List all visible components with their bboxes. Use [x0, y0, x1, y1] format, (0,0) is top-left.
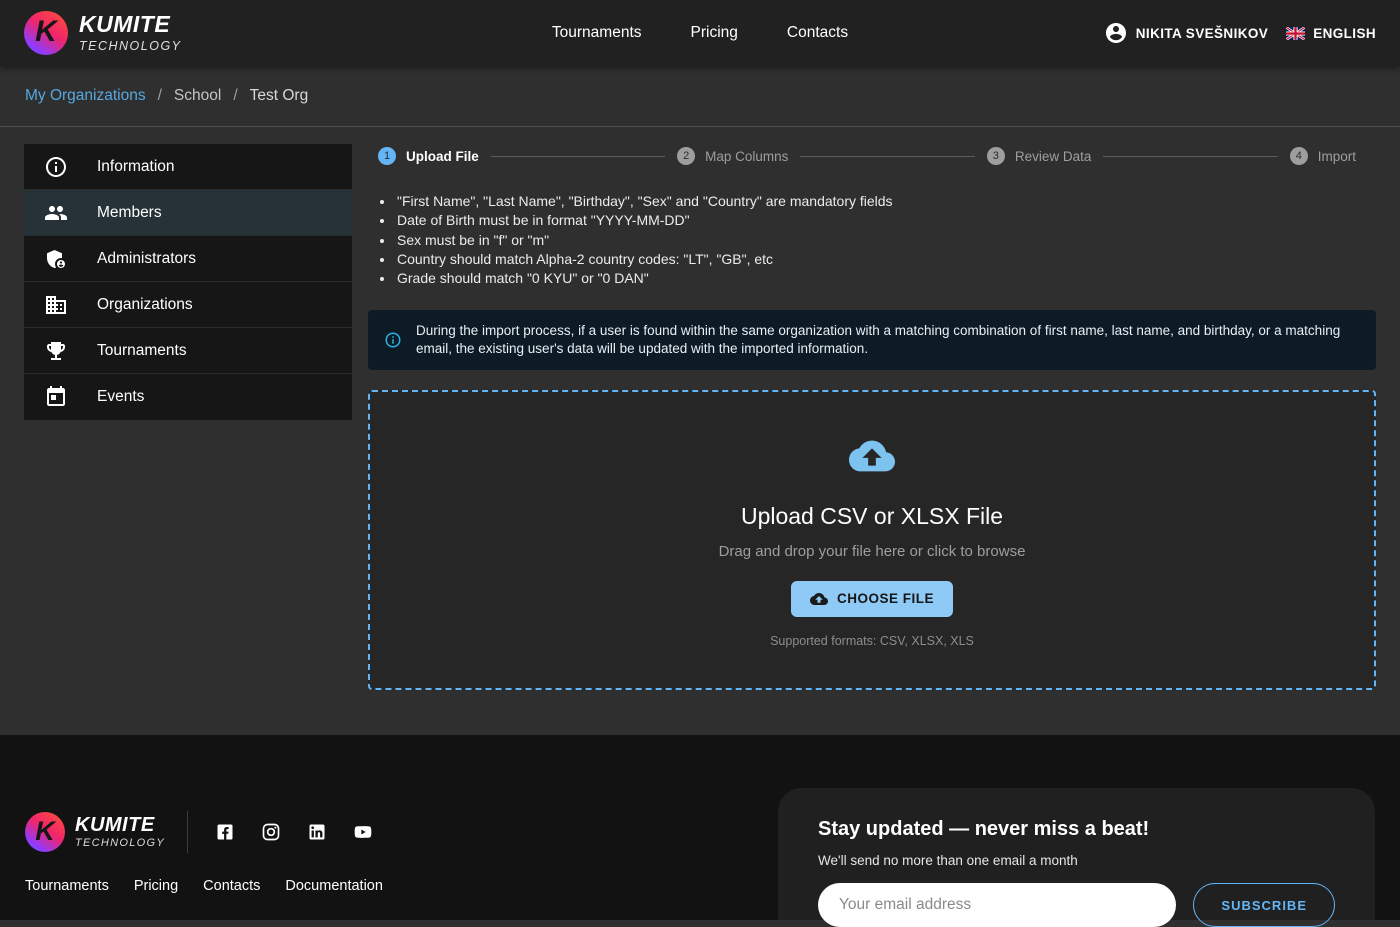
- sidebar-item-label: Events: [97, 388, 144, 406]
- step-connector: [1103, 156, 1277, 157]
- sidebar-item-administrators[interactable]: Administrators: [24, 236, 352, 282]
- sidebar-item-label: Administrators: [97, 250, 196, 268]
- linkedin-icon[interactable]: [307, 822, 327, 842]
- sidebar-item-tournaments[interactable]: Tournaments: [24, 328, 352, 374]
- org-sidebar: Information Members Administrators Organ…: [24, 144, 352, 420]
- breadcrumb-separator: /: [158, 87, 162, 105]
- footer-link-tournaments[interactable]: Tournaments: [25, 878, 109, 894]
- newsletter-subtitle: We'll send no more than one email a mont…: [818, 853, 1335, 868]
- footer-divider: [187, 811, 188, 853]
- breadcrumb: My Organizations / School / Test Org: [0, 66, 1400, 127]
- brand-logo[interactable]: K KUMITE TECHNOLOGY: [24, 11, 182, 55]
- step-map-columns: 2 Map Columns: [677, 147, 800, 165]
- facebook-icon[interactable]: [215, 822, 235, 842]
- step-upload-file: 1 Upload File: [378, 147, 491, 165]
- admin-shield-icon: [44, 247, 68, 271]
- import-info-banner: During the import process, if a user is …: [368, 310, 1376, 370]
- user-menu[interactable]: NIKITA SVEŠNIKOV: [1104, 21, 1268, 45]
- rule-item: Date of Birth must be in format "YYYY-MM…: [395, 211, 1376, 230]
- step-review-data: 3 Review Data: [987, 147, 1104, 165]
- user-name: NIKITA SVEŠNIKOV: [1136, 26, 1268, 41]
- choose-file-label: CHOOSE FILE: [837, 591, 934, 606]
- sidebar-item-label: Members: [97, 204, 162, 222]
- dropzone-title: Upload CSV or XLSX File: [741, 503, 1003, 530]
- step-label: Import: [1318, 149, 1356, 164]
- trophy-icon: [44, 339, 68, 363]
- footer-brand-tagline: TECHNOLOGY: [75, 837, 165, 849]
- sidebar-item-label: Information: [97, 158, 175, 176]
- step-connector: [800, 156, 974, 157]
- step-connector: [491, 156, 665, 157]
- language-label: ENGLISH: [1313, 26, 1376, 41]
- nav-tournaments[interactable]: Tournaments: [552, 24, 642, 42]
- brand-name: KUMITE: [79, 13, 182, 36]
- uk-flag-icon: [1286, 27, 1305, 40]
- cloud-upload-icon: [839, 433, 905, 479]
- sidebar-item-events[interactable]: Events: [24, 374, 352, 420]
- dropzone-subtitle: Drag and drop your file here or click to…: [719, 543, 1026, 560]
- supported-formats-text: Supported formats: CSV, XLSX, XLS: [770, 634, 974, 648]
- building-icon: [44, 293, 68, 317]
- rule-item: "First Name", "Last Name", "Birthday", "…: [395, 192, 1376, 211]
- import-rules-list: "First Name", "Last Name", "Birthday", "…: [378, 192, 1376, 288]
- footer-brand-name: KUMITE: [75, 815, 165, 835]
- step-label: Upload File: [406, 149, 479, 164]
- cloud-upload-icon: [810, 590, 828, 608]
- kumite-logo-icon: K: [24, 11, 68, 55]
- newsletter-card: Stay updated — never miss a beat! We'll …: [778, 788, 1375, 920]
- breadcrumb-current: Test Org: [250, 87, 309, 105]
- rule-item: Sex must be in "f" or "m": [395, 231, 1376, 250]
- logo-letter: K: [35, 818, 55, 845]
- step-label: Review Data: [1015, 149, 1092, 164]
- instagram-icon[interactable]: [261, 822, 281, 842]
- info-icon: [44, 155, 68, 179]
- sidebar-item-label: Organizations: [97, 296, 193, 314]
- breadcrumb-my-organizations[interactable]: My Organizations: [25, 87, 146, 105]
- step-number: 2: [677, 147, 695, 165]
- language-selector[interactable]: ENGLISH: [1286, 26, 1376, 41]
- sidebar-item-label: Tournaments: [97, 342, 187, 360]
- nav-contacts[interactable]: Contacts: [787, 24, 848, 42]
- import-stepper: 1 Upload File 2 Map Columns 3 Review Dat…: [368, 144, 1376, 165]
- file-dropzone[interactable]: Upload CSV or XLSX File Drag and drop yo…: [368, 390, 1376, 690]
- subscribe-button[interactable]: SUBSCRIBE: [1193, 883, 1335, 927]
- newsletter-title: Stay updated — never miss a beat!: [818, 818, 1335, 841]
- info-banner-text: During the import process, if a user is …: [416, 322, 1360, 358]
- step-number: 3: [987, 147, 1005, 165]
- app-header: K KUMITE TECHNOLOGY Tournaments Pricing …: [0, 0, 1400, 66]
- kumite-logo-icon: K: [25, 812, 65, 852]
- breadcrumb-school[interactable]: School: [174, 87, 221, 105]
- social-links: [215, 822, 373, 842]
- avatar-icon: [1104, 21, 1128, 45]
- step-label: Map Columns: [705, 149, 788, 164]
- footer-link-contacts[interactable]: Contacts: [203, 878, 260, 894]
- footer-link-pricing[interactable]: Pricing: [134, 878, 178, 894]
- step-number: 1: [378, 147, 396, 165]
- app-footer: K KUMITE TECHNOLOGY: [0, 735, 1400, 920]
- logo-letter: K: [35, 17, 57, 47]
- rule-item: Country should match Alpha-2 country cod…: [395, 250, 1376, 269]
- footer-link-documentation[interactable]: Documentation: [285, 878, 383, 894]
- choose-file-button[interactable]: CHOOSE FILE: [791, 581, 953, 617]
- youtube-icon[interactable]: [353, 822, 373, 842]
- breadcrumb-separator: /: [233, 87, 237, 105]
- sidebar-item-organizations[interactable]: Organizations: [24, 282, 352, 328]
- brand-tagline: TECHNOLOGY: [79, 39, 182, 53]
- calendar-icon: [44, 385, 68, 409]
- email-input[interactable]: [818, 883, 1176, 927]
- nav-pricing[interactable]: Pricing: [691, 24, 738, 42]
- step-import: 4 Import: [1290, 147, 1368, 165]
- step-number: 4: [1290, 147, 1308, 165]
- sidebar-item-information[interactable]: Information: [24, 144, 352, 190]
- rule-item: Grade should match "0 KYU" or "0 DAN": [395, 269, 1376, 288]
- info-icon: [384, 331, 402, 349]
- sidebar-item-members[interactable]: Members: [24, 190, 352, 236]
- members-icon: [44, 201, 68, 225]
